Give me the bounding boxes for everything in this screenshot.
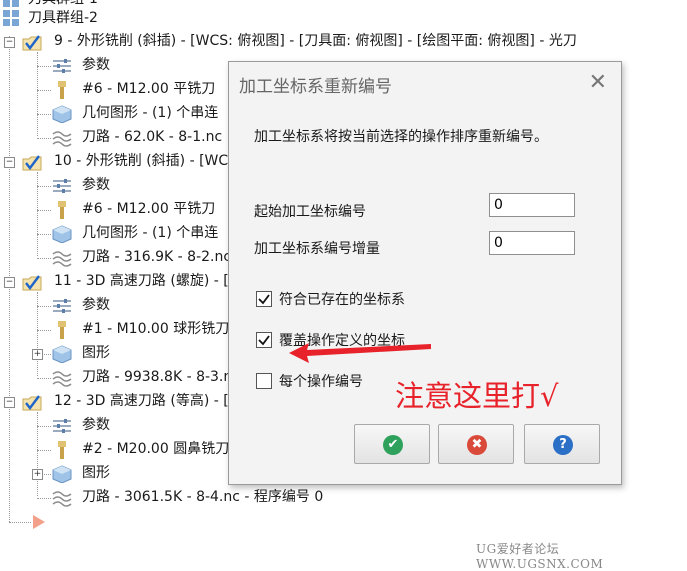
increment-input[interactable] [489,231,575,255]
annotation-text: 注意这里打√ [395,379,559,413]
tool-icon [52,321,70,339]
toolpath-icon [52,129,72,147]
parameters-item[interactable]: 参数 [82,414,110,434]
increment-label: 加工坐标系编号增量 [254,241,380,257]
dialog-description: 加工坐标系将按当前选择的操作排序重新编号。 [254,129,548,145]
watermark: UG爱好者论坛 WWW.UGSNX.COM [476,542,604,571]
help-button[interactable]: ? [524,424,600,464]
expand-expander[interactable]: + [32,349,43,360]
toolpath-item[interactable]: 刀路 - 9938.8K - 8-3.nc [82,366,240,386]
parameters-item[interactable]: 参数 [82,174,110,194]
toolpath-item[interactable]: 刀路 - 62.0K - 8-1.nc [82,126,222,146]
geometry-icon [52,465,72,484]
tool-item[interactable]: #1 - M10.00 球形铣刀 [82,318,229,338]
ok-check-icon: ✔ [383,435,403,455]
toolpath-icon [52,489,72,507]
operation-folder-icon [22,273,42,291]
start-number-input[interactable] [489,193,575,217]
toolpath-item[interactable]: 刀路 - 3061.5K - 8-4.nc - 程序编号 0 [82,486,323,506]
help-question-icon: ? [553,435,573,455]
number-each-op-label: 每个操作编号 [279,374,363,390]
parameters-item[interactable]: 参数 [82,294,110,314]
number-each-op-checkbox[interactable] [256,373,272,389]
operation-folder-icon [22,153,42,171]
parameters-item[interactable]: 参数 [82,54,110,74]
expand-expander[interactable]: + [32,469,43,480]
tool-icon [52,441,70,459]
override-op-wcs-checkbox[interactable] [256,332,272,348]
parameters-icon [52,57,71,75]
match-existing-checkbox[interactable] [256,291,272,307]
geometry-icon [52,345,72,364]
cancel-x-icon: ✖ [467,435,487,455]
group-icon [2,9,20,27]
tree-group[interactable]: 刀具群组-2 [28,7,98,27]
toolpath-icon [52,249,72,267]
toolpath-icon [52,369,72,387]
parameters-icon [52,297,71,315]
parameters-icon [52,177,71,195]
annotation-arrow [289,343,431,363]
close-icon[interactable]: ✕ [589,70,607,95]
start-number-label: 起始加工坐标编号 [254,204,366,220]
collapse-expander[interactable]: − [4,157,15,168]
dialog-title: 加工坐标系重新编号 [239,77,392,97]
renumber-wcs-dialog: 加工坐标系重新编号 ✕ 加工坐标系将按当前选择的操作排序重新编号。 起始加工坐标… [228,61,622,485]
collapse-expander[interactable]: − [4,37,15,48]
tool-item[interactable]: #2 - M20.00 圆鼻铣刀 [82,438,229,458]
operation-folder-icon [22,393,42,411]
geometry-item[interactable]: 图形 [82,462,110,482]
operation-folder-icon [22,33,42,51]
match-existing-label: 符合已存在的坐标系 [279,292,405,308]
cancel-button[interactable]: ✖ [438,424,514,464]
geometry-icon [52,105,72,124]
tool-icon [52,81,70,99]
collapse-expander[interactable]: − [4,277,15,288]
tool-icon [52,201,70,219]
tool-item[interactable]: #6 - M12.00 平铣刀 [82,78,215,98]
group-icon [2,0,20,8]
toolpath-item[interactable]: 刀路 - 316.9K - 8-2.nc [82,246,231,266]
tool-item[interactable]: #6 - M12.00 平铣刀 [82,198,215,218]
collapse-expander[interactable]: − [4,397,15,408]
ok-button[interactable]: ✔ [354,424,430,464]
geometry-item[interactable]: 几何图形 - (1) 个串连 [82,222,218,242]
geometry-item[interactable]: 图形 [82,342,110,362]
geometry-item[interactable]: 几何图形 - (1) 个串连 [82,102,218,122]
parameters-icon [52,417,71,435]
operation-title[interactable]: 9 - 外形铣削 (斜插) - [WCS: 俯视图] - [刀具面: 俯视图] … [54,30,577,50]
geometry-icon [52,225,72,244]
insert-arrow-icon [31,514,49,532]
